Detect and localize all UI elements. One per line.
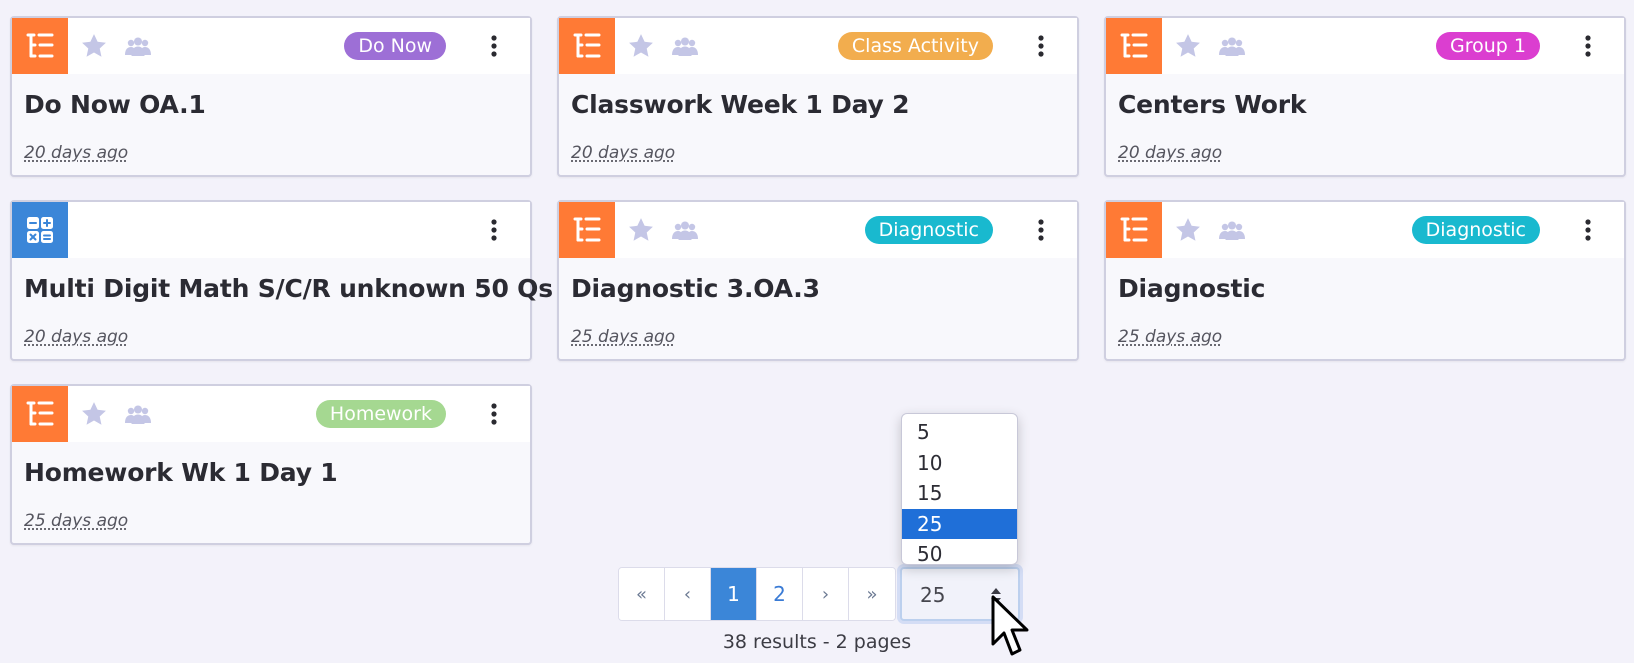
page-button-1[interactable]: 1 [711,568,757,620]
star-icon[interactable] [1173,32,1203,60]
last-page-button[interactable]: » [849,568,895,620]
list-icon [12,18,68,74]
mouse-cursor-icon [991,595,1029,656]
assignment-card[interactable]: Group 1 Centers Work 20 days ago [1104,16,1626,177]
category-badge: Diagnostic [864,216,993,244]
next-page-button[interactable]: › [803,568,849,620]
category-badge: Group 1 [1436,32,1540,60]
card-header [12,202,530,258]
list-icon [12,386,68,442]
assignment-card[interactable]: Diagnostic Diagnostic 3.OA.3 25 days ago [557,200,1079,361]
card-date: 20 days ago [24,327,129,347]
first-page-button[interactable]: « [619,568,665,620]
category-badge: Diagnostic [1411,216,1540,244]
list-icon [559,202,615,258]
star-icon[interactable] [1173,216,1203,244]
card-title[interactable]: Multi Digit Math S/C/R unknown 50 Qs [24,274,553,303]
more-options-icon[interactable] [1584,218,1592,242]
per-page-value: 25 [920,583,946,607]
group-icon[interactable] [671,220,699,242]
list-icon [559,18,615,74]
card-header: Diagnostic [559,202,1077,258]
card-title[interactable]: Centers Work [1118,90,1307,119]
assignment-card[interactable]: Diagnostic Diagnostic 25 days ago [1104,200,1626,361]
card-date: 25 days ago [24,511,129,531]
calculator-icon [12,202,68,258]
per-page-option[interactable]: 15 [902,478,1017,509]
results-summary: 38 results - 2 pages [722,631,912,653]
more-options-icon[interactable] [1037,34,1045,58]
card-header: Class Activity [559,18,1077,74]
more-options-icon[interactable] [1584,34,1592,58]
card-header: Homework [12,386,530,442]
card-header: Do Now [12,18,530,74]
assignment-card[interactable]: Do Now Do Now OA.1 20 days ago [10,16,532,177]
category-badge: Homework [315,400,446,428]
card-title[interactable]: Diagnostic 3.OA.3 [571,274,820,303]
more-options-icon[interactable] [490,402,498,426]
prev-page-button[interactable]: ‹ [665,568,711,620]
group-icon[interactable] [124,404,152,426]
card-header: Group 1 [1106,18,1624,74]
group-icon[interactable] [671,36,699,58]
more-options-icon[interactable] [1037,218,1045,242]
group-icon[interactable] [124,36,152,58]
per-page-option[interactable]: 5 [902,417,1017,448]
star-icon[interactable] [626,32,656,60]
star-icon[interactable] [79,400,109,428]
assignment-card[interactable]: Multi Digit Math S/C/R unknown 50 Qs 20 … [10,200,553,361]
card-date: 20 days ago [1118,143,1223,163]
star-icon[interactable] [79,32,109,60]
card-header: Diagnostic [1106,202,1624,258]
per-page-option[interactable]: 50 [902,539,1017,564]
card-date: 25 days ago [571,327,676,347]
card-title[interactable]: Homework Wk 1 Day 1 [24,458,338,487]
card-date: 20 days ago [24,143,129,163]
card-title[interactable]: Classwork Week 1 Day 2 [571,90,910,119]
card-date: 25 days ago [1118,327,1223,347]
more-options-icon[interactable] [490,34,498,58]
group-icon[interactable] [1218,220,1246,242]
pagination: « ‹ 1 2 › » [618,567,896,621]
card-title[interactable]: Do Now OA.1 [24,90,206,119]
per-page-option[interactable]: 10 [902,448,1017,479]
assignment-card[interactable]: Class Activity Classwork Week 1 Day 2 20… [557,16,1079,177]
card-title[interactable]: Diagnostic [1118,274,1265,303]
per-page-option-selected[interactable]: 25 [902,508,1017,539]
list-icon [1106,202,1162,258]
group-icon[interactable] [1218,36,1246,58]
assignment-card[interactable]: Homework Homework Wk 1 Day 1 25 days ago [10,384,532,545]
category-badge: Do Now [344,32,446,60]
per-page-dropdown: 5 10 15 25 50 [901,413,1018,565]
list-icon [1106,18,1162,74]
more-options-icon[interactable] [490,218,498,242]
card-date: 20 days ago [571,143,676,163]
star-icon[interactable] [626,216,656,244]
page-button-2[interactable]: 2 [757,568,803,620]
category-badge: Class Activity [837,32,993,60]
